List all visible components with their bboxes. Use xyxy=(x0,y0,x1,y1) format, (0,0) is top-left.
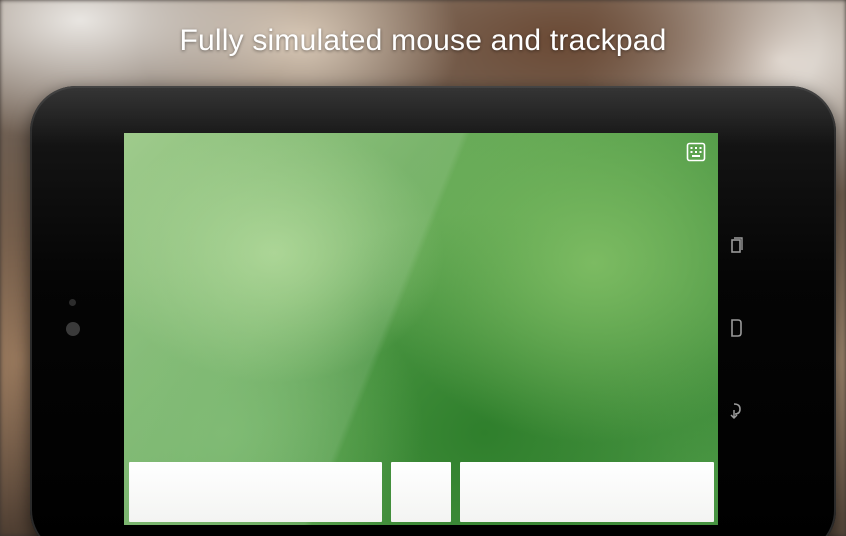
tablet-screen xyxy=(124,133,718,525)
back-icon[interactable] xyxy=(726,398,746,422)
headline: Fully simulated mouse and trackpad xyxy=(179,24,667,57)
front-sensor xyxy=(69,299,76,306)
front-camera xyxy=(66,322,80,336)
right-mouse-button[interactable] xyxy=(460,462,714,522)
home-icon[interactable] xyxy=(726,316,746,340)
left-mouse-button[interactable] xyxy=(129,462,382,522)
middle-mouse-button[interactable] xyxy=(391,462,451,522)
recent-apps-icon[interactable] xyxy=(726,234,746,258)
keyboard-icon[interactable] xyxy=(686,142,706,162)
